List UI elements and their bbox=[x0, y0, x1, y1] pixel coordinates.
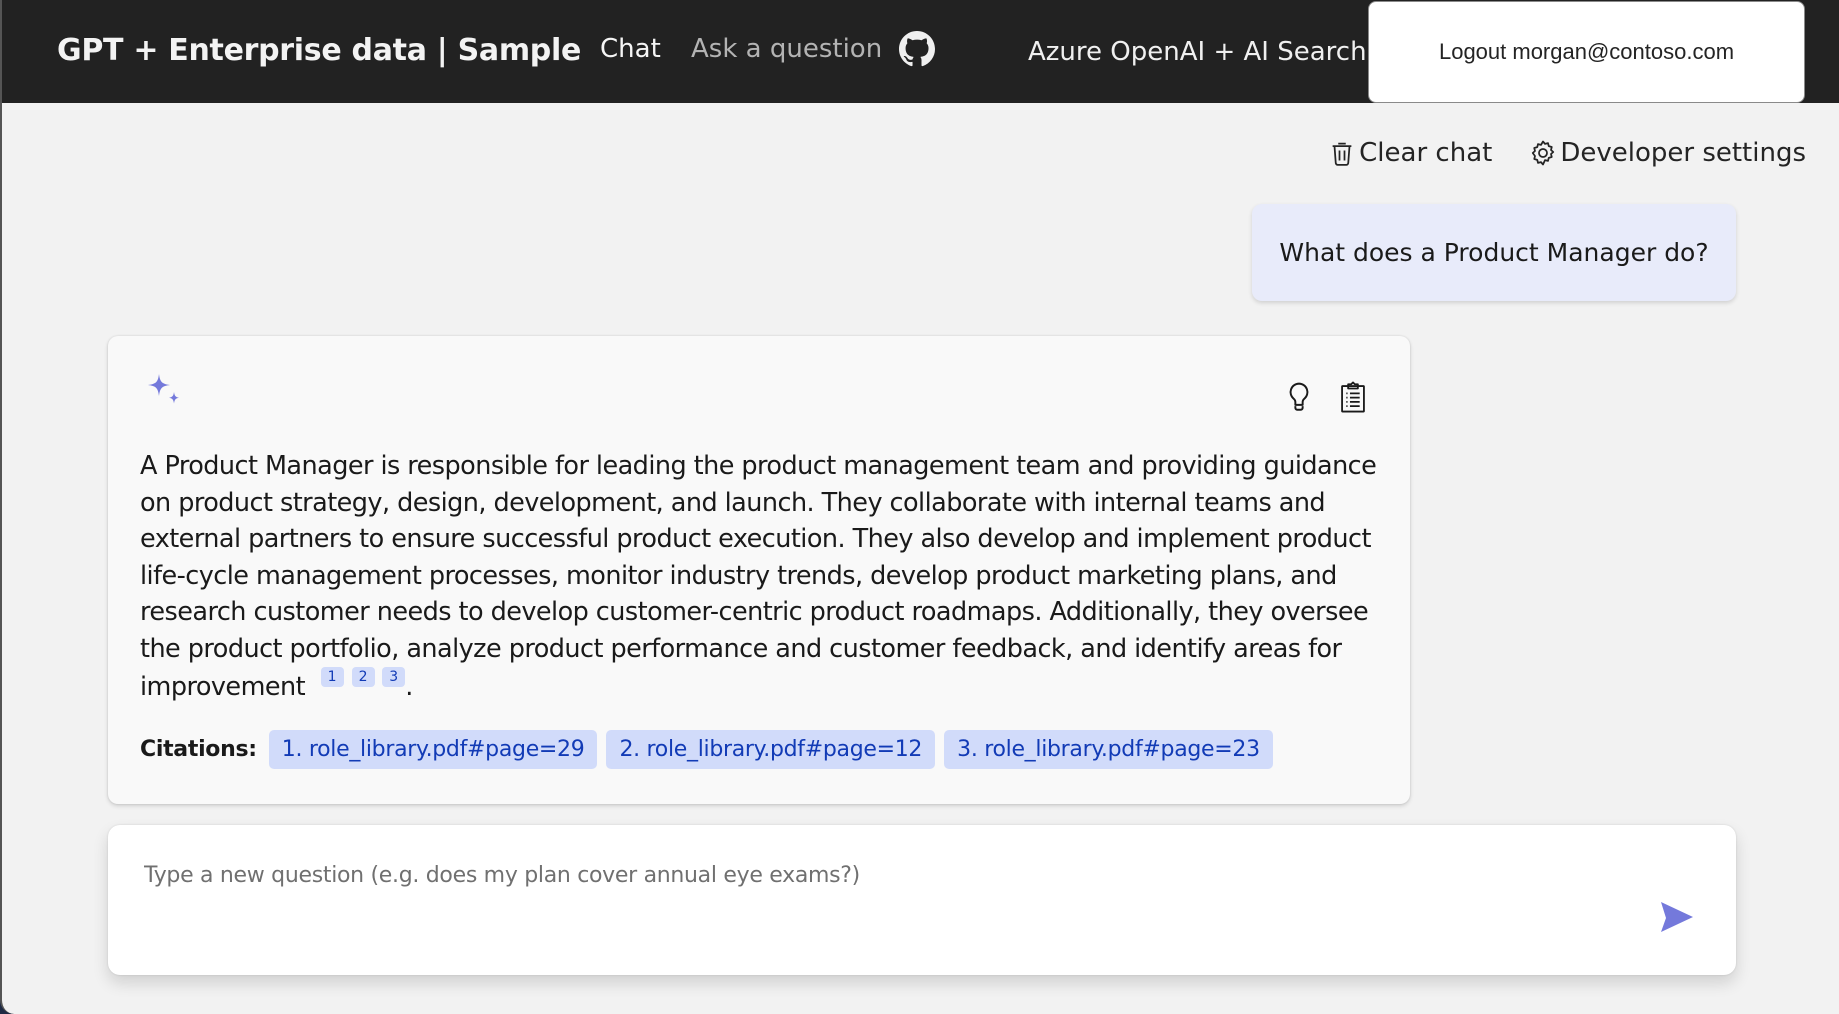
citation-link-2[interactable]: 2. role_library.pdf#page=12 bbox=[606, 730, 936, 769]
clipboard-icon[interactable] bbox=[1338, 380, 1368, 414]
developer-settings-label: Developer settings bbox=[1560, 138, 1806, 168]
citations-label: Citations: bbox=[140, 737, 257, 762]
citation-link-1[interactable]: 1. role_library.pdf#page=29 bbox=[268, 730, 598, 769]
answer-trailing: . bbox=[405, 672, 413, 702]
citations-row: Citations: 1. role_library.pdf#page=29 2… bbox=[140, 730, 1273, 769]
user-message: What does a Product Manager do? bbox=[1252, 204, 1736, 301]
citation-superscript-1[interactable]: 1 bbox=[320, 667, 344, 687]
logout-button[interactable]: Logout morgan@contoso.com bbox=[1368, 1, 1805, 103]
answer-card: A Product Manager is responsible for lea… bbox=[108, 336, 1410, 804]
send-icon[interactable] bbox=[1656, 897, 1696, 937]
user-message-text: What does a Product Manager do? bbox=[1279, 238, 1709, 267]
answer-body: A Product Manager is responsible for lea… bbox=[140, 451, 1377, 702]
top-nav-bar: GPT + Enterprise data | Sample Chat Ask … bbox=[2, 0, 1839, 103]
clear-chat-label: Clear chat bbox=[1359, 138, 1493, 168]
github-icon[interactable] bbox=[899, 31, 935, 67]
chat-toolbar: Clear chat Developer settings bbox=[1327, 138, 1806, 168]
trash-icon bbox=[1332, 142, 1352, 166]
sparkle-icon bbox=[148, 374, 179, 404]
answer-text: A Product Manager is responsible for lea… bbox=[140, 448, 1385, 706]
citation-superscript-3[interactable]: 3 bbox=[382, 667, 406, 687]
app-title[interactable]: GPT + Enterprise data | Sample bbox=[57, 33, 581, 68]
citation-superscript-2[interactable]: 2 bbox=[351, 667, 375, 687]
service-label: Azure OpenAI + AI Search bbox=[1028, 37, 1367, 67]
clear-chat-button[interactable]: Clear chat bbox=[1327, 138, 1492, 168]
question-input[interactable] bbox=[144, 855, 1644, 895]
citation-link-3[interactable]: 3. role_library.pdf#page=23 bbox=[944, 730, 1273, 769]
lightbulb-icon[interactable] bbox=[1284, 380, 1314, 414]
developer-settings-button[interactable]: Developer settings bbox=[1528, 138, 1806, 168]
nav-chat[interactable]: Chat bbox=[600, 34, 661, 64]
nav-ask-a-question[interactable]: Ask a question bbox=[691, 34, 882, 64]
gear-icon bbox=[1532, 140, 1555, 166]
app-window: GPT + Enterprise data | Sample Chat Ask … bbox=[0, 0, 1839, 1014]
question-input-container bbox=[108, 825, 1736, 975]
